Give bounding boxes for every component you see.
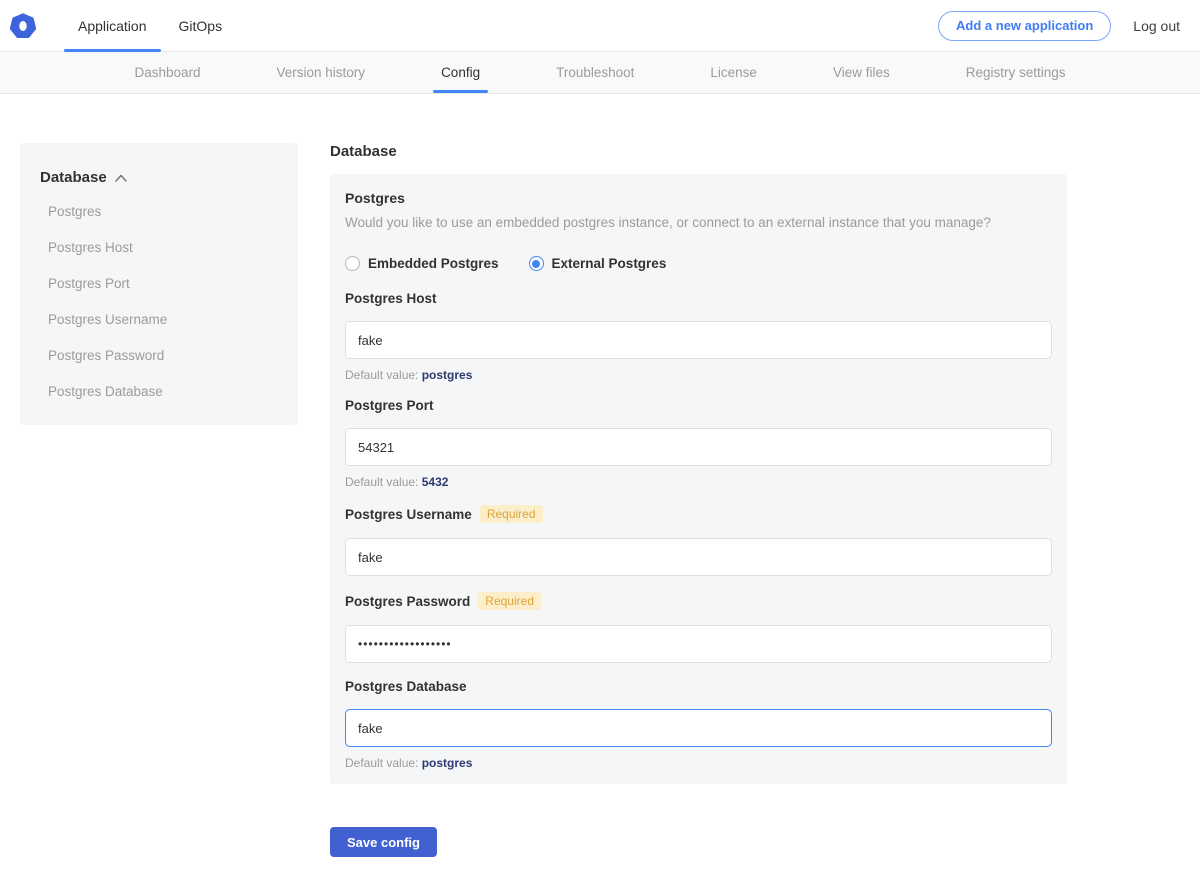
tab-application-label: Application [78,18,147,34]
field-postgres-database: Postgres Database Default value: postgre… [345,679,1052,770]
default-value: 5432 [422,475,449,489]
sidebar-item-postgres-port[interactable]: Postgres Port [40,276,278,291]
sidebar-item-postgres-database[interactable]: Postgres Database [40,384,278,399]
field-postgres-port: Postgres Port Default value: 5432 [345,398,1052,489]
field-postgres-database-label: Postgres Database [345,679,467,694]
postgres-database-input[interactable] [345,709,1052,747]
default-prefix: Default value: [345,756,422,770]
tab-application[interactable]: Application [62,0,163,52]
radio-unselected-icon[interactable] [345,256,360,271]
sidebar-item-postgres[interactable]: Postgres [40,204,278,219]
config-page: Database Postgres Postgres Host Postgres… [0,94,1200,857]
config-main: Database Postgres Would you like to use … [330,143,1067,857]
subtab-registry-settings[interactable]: Registry settings [958,52,1074,93]
subtab-license-label: License [710,65,757,80]
subtab-troubleshoot-label: Troubleshoot [556,65,634,80]
save-config-button[interactable]: Save config [330,827,437,857]
app-sub-nav: Dashboard Version history Config Trouble… [0,52,1200,94]
field-postgres-password-label-row: Postgres Password Required [345,592,1052,610]
subtab-version-history-label: Version history [277,65,366,80]
logout-button[interactable]: Log out [1133,18,1180,34]
field-postgres-host-label: Postgres Host [345,291,437,306]
subtab-view-files-label: View files [833,65,890,80]
sidebar-item-postgres-password[interactable]: Postgres Password [40,348,278,363]
radio-embedded-postgres[interactable]: Embedded Postgres [345,256,499,271]
app-logo-icon [10,13,36,39]
default-prefix: Default value: [345,475,422,489]
field-postgres-port-label-row: Postgres Port [345,398,1052,413]
radio-external-postgres-label: External Postgres [552,256,667,271]
postgres-database-default: Default value: postgres [345,756,1052,770]
config-group-card: Postgres Would you like to use an embedd… [330,174,1067,784]
field-postgres-host: Postgres Host Default value: postgres [345,291,1052,382]
add-application-button[interactable]: Add a new application [938,11,1111,41]
field-postgres-username-label-row: Postgres Username Required [345,505,1052,523]
radio-external-postgres[interactable]: External Postgres [529,256,667,271]
postgres-password-input[interactable] [345,625,1052,663]
default-value: postgres [422,368,473,382]
default-value: postgres [422,756,473,770]
postgres-item-label: Postgres [345,190,1052,206]
field-postgres-host-label-row: Postgres Host [345,291,1052,306]
postgres-port-input[interactable] [345,428,1052,466]
field-postgres-username-label: Postgres Username [345,507,472,522]
sidebar-group-database[interactable]: Database [40,169,278,186]
subtab-view-files[interactable]: View files [825,52,898,93]
postgres-radio-group: Embedded Postgres External Postgres [345,256,1052,271]
postgres-port-default: Default value: 5432 [345,475,1052,489]
top-nav: Application GitOps Add a new application… [0,0,1200,52]
top-tabs: Application GitOps [62,0,238,52]
sidebar-item-postgres-username[interactable]: Postgres Username [40,312,278,327]
config-group-heading: Database [330,143,1067,160]
tab-gitops[interactable]: GitOps [163,0,239,52]
field-postgres-database-label-row: Postgres Database [345,679,1052,694]
subtab-config-label: Config [441,65,480,80]
postgres-host-input[interactable] [345,321,1052,359]
config-sidebar: Database Postgres Postgres Host Postgres… [20,143,298,425]
top-nav-right: Add a new application Log out [938,11,1180,41]
postgres-host-default: Default value: postgres [345,368,1052,382]
radio-selected-icon[interactable] [529,256,544,271]
field-postgres-password: Postgres Password Required [345,592,1052,663]
default-prefix: Default value: [345,368,422,382]
required-badge: Required [480,505,543,523]
sidebar-item-postgres-host[interactable]: Postgres Host [40,240,278,255]
subtab-license[interactable]: License [702,52,765,93]
radio-embedded-postgres-label: Embedded Postgres [368,256,499,271]
required-badge: Required [478,592,541,610]
field-postgres-port-label: Postgres Port [345,398,434,413]
subtab-troubleshoot[interactable]: Troubleshoot [548,52,642,93]
subtab-dashboard[interactable]: Dashboard [126,52,208,93]
field-postgres-username: Postgres Username Required [345,505,1052,576]
postgres-username-input[interactable] [345,538,1052,576]
subtab-config[interactable]: Config [433,52,488,93]
subtab-dashboard-label: Dashboard [134,65,200,80]
subtab-version-history[interactable]: Version history [269,52,374,93]
field-postgres-password-label: Postgres Password [345,594,470,609]
sidebar-group-database-label: Database [40,169,107,186]
subtab-registry-settings-label: Registry settings [966,65,1066,80]
tab-gitops-label: GitOps [179,18,223,34]
postgres-help-text: Would you like to use an embedded postgr… [345,215,1052,230]
chevron-up-icon [115,174,127,182]
